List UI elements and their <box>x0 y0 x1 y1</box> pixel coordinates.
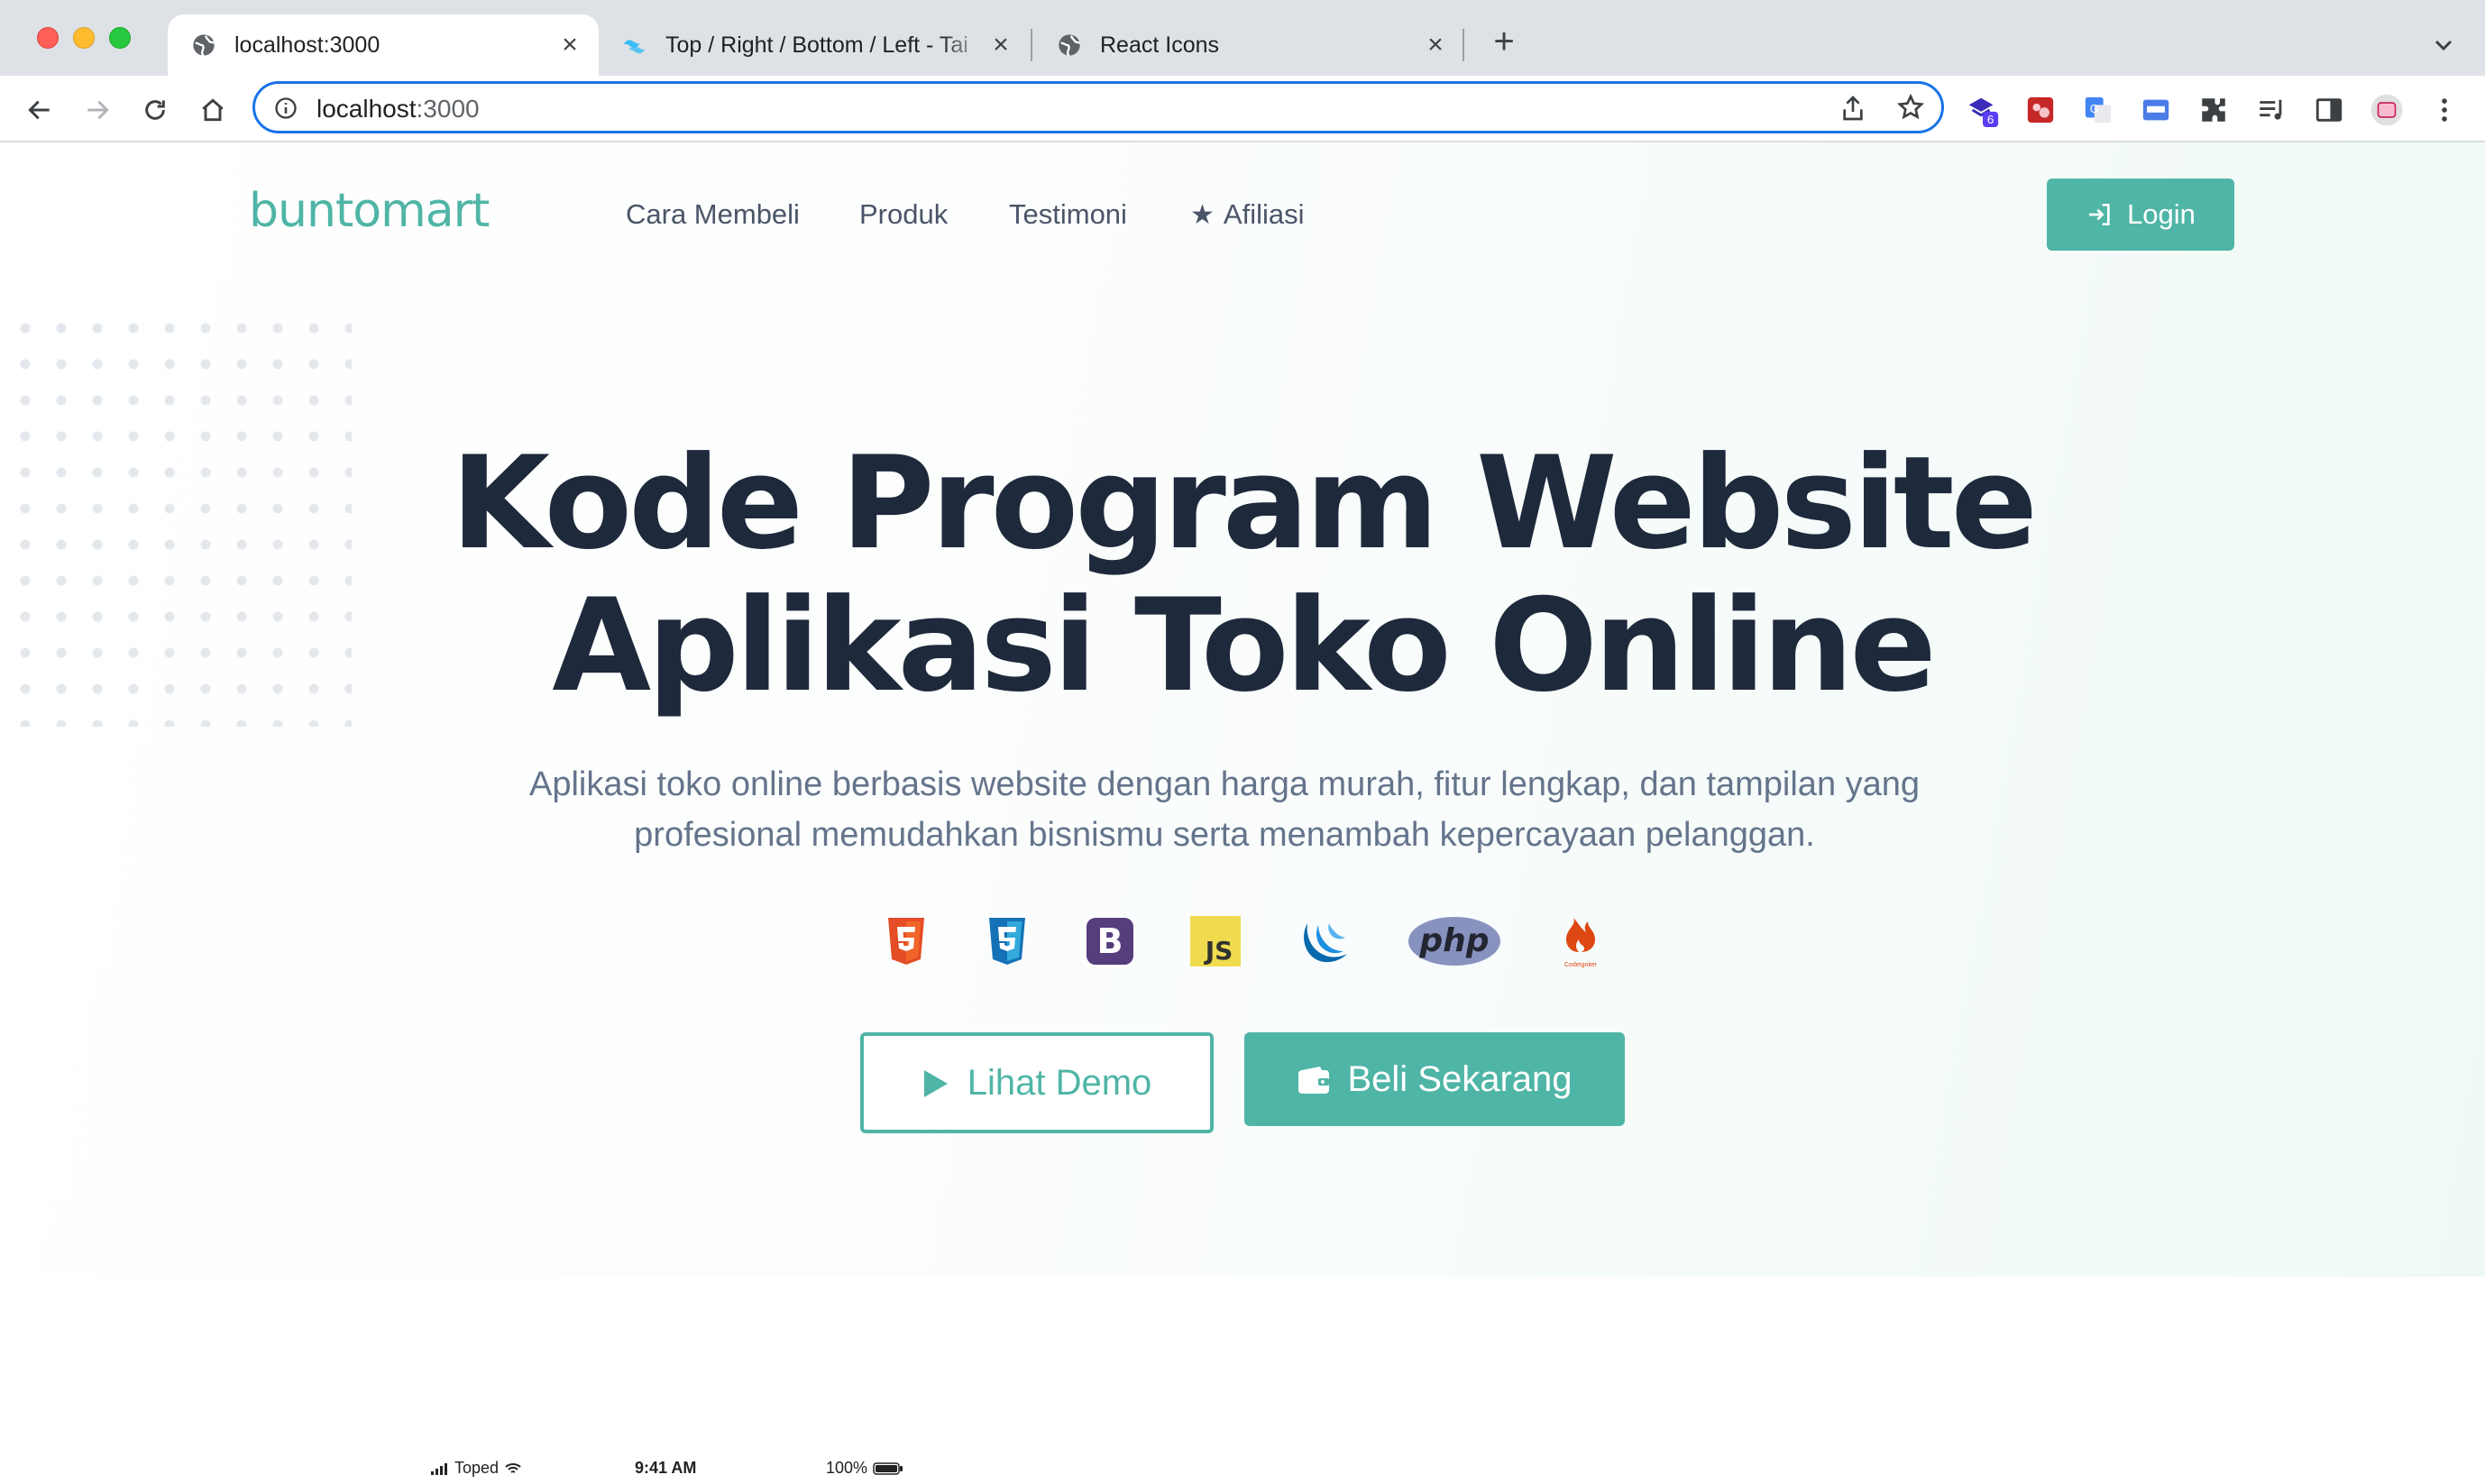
svg-text:G: G <box>2090 102 2099 115</box>
lihat-demo-button[interactable]: Lihat Demo <box>860 1032 1214 1133</box>
lower-section <box>0 1277 2485 1484</box>
close-icon[interactable]: × <box>557 30 582 60</box>
javascript-icon: JS <box>1190 909 1241 974</box>
tab-strip: localhost:3000 × Top / Right / Bottom / … <box>0 0 2485 76</box>
share-icon[interactable] <box>1839 94 1867 123</box>
window-close-button[interactable] <box>37 27 59 49</box>
tab-title: Top / Right / Bottom / Left - Tai <box>665 32 968 58</box>
page-viewport: buntomart Cara Membeli Produk Testimoni … <box>0 142 2485 1484</box>
extension-stack-icon[interactable]: 6 <box>1966 93 2000 127</box>
beli-sekarang-label: Beli Sekarang <box>1347 1058 1573 1099</box>
site-navbar: buntomart Cara Membeli Produk Testimoni … <box>0 142 2485 296</box>
window-zoom-button[interactable] <box>109 27 131 49</box>
address-bar[interactable]: localhost:3000 <box>252 81 1944 133</box>
javascript-letters: JS <box>1204 936 1233 966</box>
tab-react-icons[interactable]: React Icons × <box>1033 14 1464 76</box>
puzzle-icon[interactable] <box>2196 93 2231 127</box>
phone-carrier: Toped <box>431 1459 522 1478</box>
login-button[interactable]: Login <box>2047 179 2234 251</box>
url-text: localhost:3000 <box>316 95 480 124</box>
tab-separator <box>1031 29 1032 61</box>
colorzilla-icon[interactable] <box>2023 93 2058 127</box>
nav-item-label: Afiliasi <box>1223 198 1305 230</box>
hero-subtitle-line-2: profesional memudahkan bisnismu serta me… <box>634 816 1815 854</box>
close-icon[interactable]: × <box>988 30 1013 60</box>
html5-icon <box>882 909 931 974</box>
beli-sekarang-button[interactable]: Beli Sekarang <box>1244 1032 1625 1126</box>
keyboard-extension-icon[interactable] <box>2139 93 2173 127</box>
tab-separator <box>1463 29 1464 61</box>
battery-percent: 100% <box>826 1459 868 1477</box>
jquery-icon <box>1298 909 1354 974</box>
new-tab-button[interactable]: + <box>1486 23 1522 60</box>
login-label: Login <box>2127 198 2196 230</box>
tab-localhost[interactable]: localhost:3000 × <box>168 14 599 76</box>
hero-title-line-2: Aplikasi Toko Online <box>552 572 1937 720</box>
chevron-down-icon[interactable] <box>2429 31 2458 60</box>
extension-badge: 6 <box>1987 113 1994 126</box>
nav-item-afiliasi[interactable]: ★ Afiliasi <box>1190 198 1305 231</box>
kebab-menu-icon[interactable] <box>2427 93 2462 127</box>
nav-item-cara-membeli[interactable]: Cara Membeli <box>626 198 800 231</box>
codeigniter-icon: CodeIgniter <box>1554 909 1607 974</box>
tab-tailwind-docs[interactable]: Top / Right / Bottom / Left - Tai × <box>599 14 1030 76</box>
reading-list-icon[interactable] <box>2254 93 2288 127</box>
phone-battery: 100% <box>826 1459 903 1478</box>
php-icon: php <box>1407 909 1502 974</box>
globe-icon <box>191 32 216 58</box>
bootstrap-icon: B <box>1084 909 1136 974</box>
wallet-icon <box>1297 1064 1331 1095</box>
play-icon <box>922 1067 949 1098</box>
reload-icon[interactable] <box>137 92 173 128</box>
star-icon: ★ <box>1190 199 1215 230</box>
carrier-name: Toped <box>454 1459 500 1477</box>
nav-item-produk[interactable]: Produk <box>859 198 948 231</box>
site-logo[interactable]: buntomart <box>249 184 490 238</box>
wifi-icon <box>505 1462 521 1473</box>
login-icon <box>2086 200 2114 229</box>
hero-title-line-1: Kode Program Website <box>451 429 2038 578</box>
profile-avatar[interactable] <box>2370 93 2404 127</box>
window-minimize-button[interactable] <box>73 27 95 49</box>
codeigniter-wordmark: CodeIgniter <box>1564 962 1598 968</box>
browser-chrome: localhost:3000 × Top / Right / Bottom / … <box>0 0 2485 142</box>
tailwind-icon <box>622 32 647 58</box>
bookmark-star-icon[interactable] <box>1896 93 1925 122</box>
css3-icon <box>983 909 1032 974</box>
info-icon[interactable] <box>273 96 298 121</box>
battery-icon <box>873 1461 903 1475</box>
tab-title: React Icons <box>1100 32 1220 58</box>
nav-item-testimoni[interactable]: Testimoni <box>1009 198 1127 231</box>
hero-subtitle: Aplikasi toko online berbasis website de… <box>433 759 2016 860</box>
bootstrap-letter: B <box>1097 921 1123 961</box>
php-letters: php <box>1418 922 1489 959</box>
tab-title: localhost:3000 <box>234 32 381 58</box>
hero-subtitle-line-1: Aplikasi toko online berbasis website de… <box>528 765 1921 803</box>
forward-arrow-icon[interactable] <box>79 92 115 128</box>
globe-icon <box>1057 32 1082 58</box>
url-host: localhost <box>316 95 417 123</box>
signal-icon <box>431 1462 447 1475</box>
back-arrow-icon[interactable] <box>22 92 58 128</box>
url-port: :3000 <box>416 95 480 123</box>
phone-time: 9:41 AM <box>635 1459 697 1477</box>
hero-title: Kode Program Website Aplikasi Toko Onlin… <box>0 433 2485 718</box>
google-translate-icon[interactable]: G <box>2081 93 2115 127</box>
lihat-demo-label: Lihat Demo <box>967 1062 1152 1103</box>
close-icon[interactable]: × <box>1423 30 1448 60</box>
side-panel-icon[interactable] <box>2312 93 2346 127</box>
browser-toolbar: localhost:3000 6 G <box>0 76 2485 142</box>
home-icon[interactable] <box>195 92 231 128</box>
